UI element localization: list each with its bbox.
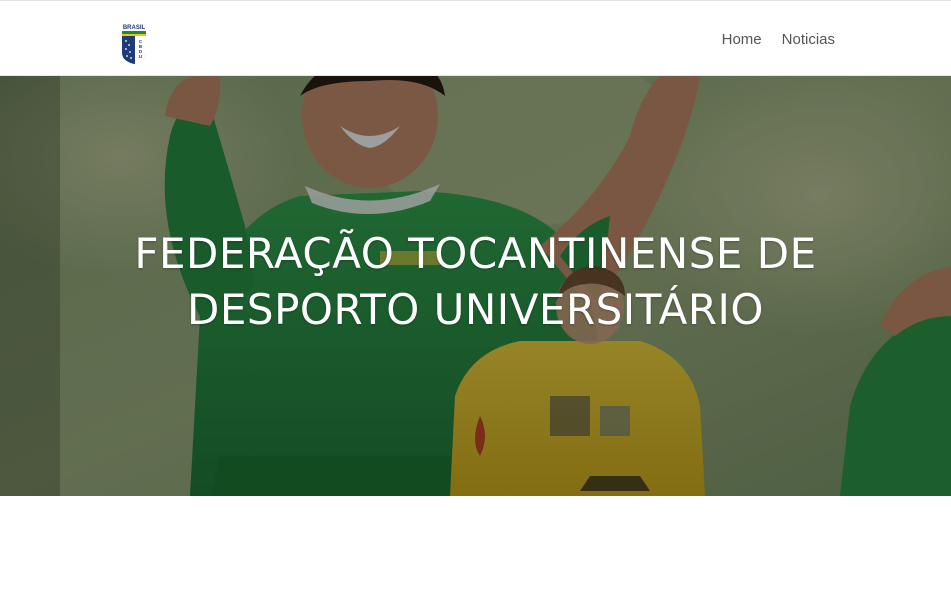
hero-title-line2: DESPORTO UNIVERSITÁRIO <box>187 285 764 334</box>
cbdu-logo[interactable]: BRASIL C B D U <box>120 23 148 65</box>
main-nav: Home Noticias <box>722 1 835 77</box>
hero-title: FEDERAÇÃO TOCANTINENSE DE DESPORTO UNIVE… <box>0 226 951 338</box>
hero-title-line1: FEDERAÇÃO TOCANTINENSE DE <box>134 229 817 278</box>
nav-noticias-link[interactable]: Noticias <box>782 31 835 48</box>
site-header: BRASIL C B D U Home Noticias <box>0 0 951 76</box>
nav-home-link[interactable]: Home <box>722 31 762 48</box>
svg-text:U: U <box>139 54 142 59</box>
page: BRASIL C B D U Home Noticias FEDERAÇÃO T… <box>0 0 951 608</box>
hero-banner: FEDERAÇÃO TOCANTINENSE DE DESPORTO UNIVE… <box>0 76 951 496</box>
svg-text:BRASIL: BRASIL <box>123 25 146 31</box>
